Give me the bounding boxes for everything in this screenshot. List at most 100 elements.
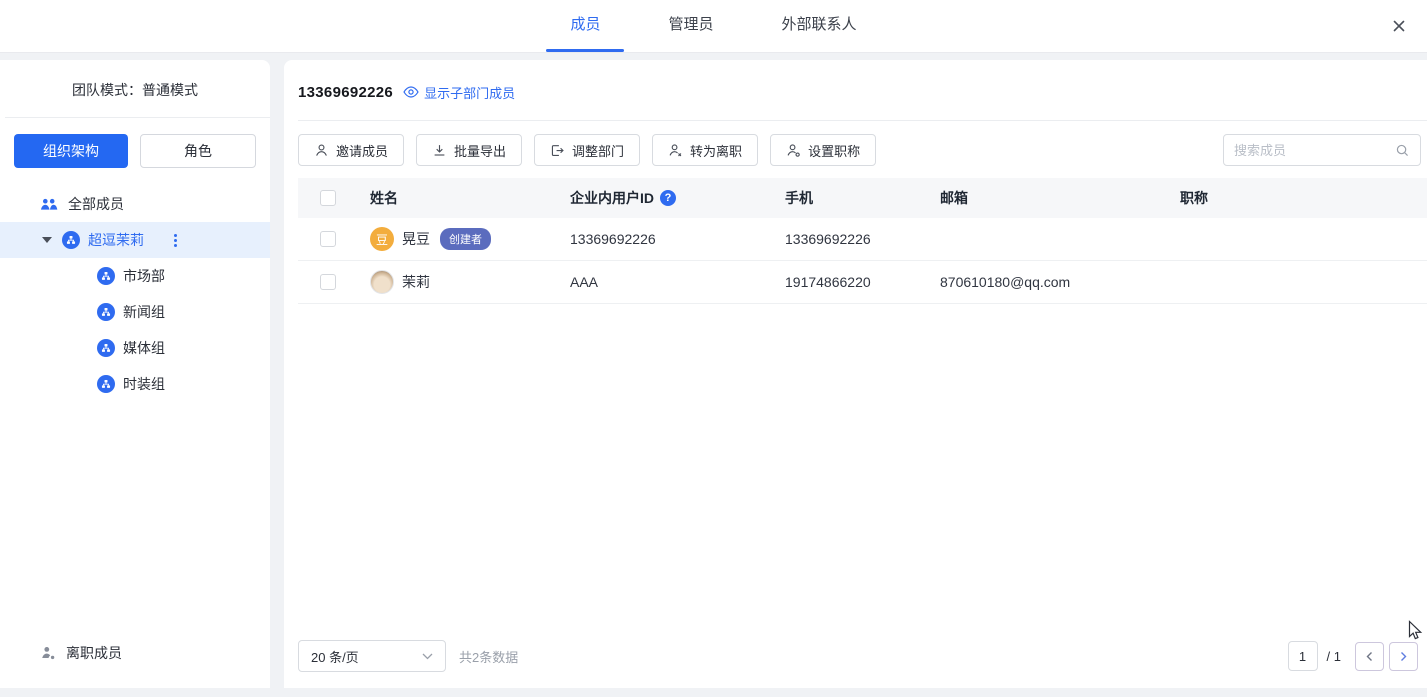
invite-member-icon bbox=[314, 143, 329, 158]
department-title: 13369692226 bbox=[298, 84, 393, 101]
search-input[interactable] bbox=[1234, 143, 1395, 158]
button-label: 邀请成员 bbox=[336, 141, 388, 160]
table-row[interactable]: 茉莉 AAA 19174866220 870610180@qq.com bbox=[298, 261, 1427, 304]
show-sub-department-label: 显示子部门成员 bbox=[424, 83, 515, 102]
page-size-select[interactable]: 20 条/页 bbox=[298, 640, 446, 672]
prev-page-icon bbox=[1368, 652, 1372, 660]
members-table: 姓名 企业内用户ID ? 手机 邮箱 职称 豆 晃豆 创建者 133696922… bbox=[298, 178, 1427, 304]
member-phone: 13369692226 bbox=[785, 231, 940, 247]
sidebar: 团队模式：普通模式 组织架构 角色 全部成员 超逗茉莉 bbox=[0, 60, 270, 688]
top-tab-bar: 成员 管理员 外部联系人 bbox=[0, 0, 1427, 53]
tree-item-all-members[interactable]: 全部成员 bbox=[0, 186, 270, 222]
column-header-label: 企业内用户ID bbox=[570, 188, 654, 208]
department-icon bbox=[97, 375, 115, 393]
prev-page-button[interactable] bbox=[1355, 642, 1384, 671]
member-name-cell: 茉莉 bbox=[370, 270, 570, 294]
search-icon[interactable] bbox=[1395, 143, 1410, 158]
department-icon bbox=[97, 267, 115, 285]
panel-header: 13369692226 显示子部门成员 bbox=[284, 60, 1427, 120]
next-page-icon bbox=[1402, 652, 1406, 660]
member-name-cell: 豆 晃豆 创建者 bbox=[370, 227, 570, 251]
tree-item-label: 时装组 bbox=[123, 374, 165, 394]
column-header-email: 邮箱 bbox=[940, 188, 1180, 208]
tab-admins[interactable]: 管理员 bbox=[634, 0, 747, 52]
tab-admins-label: 管理员 bbox=[668, 16, 713, 33]
caret-down-icon[interactable] bbox=[42, 237, 52, 243]
member-user-id: 13369692226 bbox=[570, 231, 785, 247]
sidebar-toggle-group: 组织架构 角色 bbox=[0, 118, 270, 178]
adjust-department-icon bbox=[550, 143, 565, 158]
tree-item-label: 媒体组 bbox=[123, 338, 165, 358]
total-pages-label: / 1 bbox=[1327, 649, 1341, 664]
eye-icon bbox=[403, 86, 419, 98]
set-job-title-icon bbox=[786, 143, 801, 158]
column-header-phone: 手机 bbox=[785, 188, 940, 208]
creator-badge: 创建者 bbox=[440, 228, 491, 250]
button-label: 调整部门 bbox=[572, 141, 624, 160]
tree-item-dept-1[interactable]: 新闻组 bbox=[0, 294, 270, 330]
role-button[interactable]: 角色 bbox=[140, 134, 256, 168]
column-header-job-title: 职称 bbox=[1180, 188, 1427, 208]
tab-external-contacts-label: 外部联系人 bbox=[782, 16, 857, 33]
button-label: 批量导出 bbox=[454, 141, 506, 160]
member-email: 870610180@qq.com bbox=[940, 274, 1180, 290]
sidebar-item-label: 离职成员 bbox=[66, 643, 122, 663]
page-size-value: 20 条/页 bbox=[311, 647, 359, 666]
set-resigned-button[interactable]: 转为离职 bbox=[652, 134, 758, 166]
org-structure-button[interactable]: 组织架构 bbox=[14, 134, 128, 168]
people-icon bbox=[40, 197, 58, 212]
close-icon[interactable] bbox=[1387, 14, 1411, 38]
current-page-box[interactable]: 1 bbox=[1288, 641, 1318, 671]
tree-item-label: 超逗茉莉 bbox=[88, 230, 144, 250]
column-header-user-id: 企业内用户ID ? bbox=[570, 188, 785, 208]
batch-export-button[interactable]: 批量导出 bbox=[416, 134, 522, 166]
member-name: 晃豆 bbox=[402, 229, 430, 249]
tab-members-label: 成员 bbox=[570, 16, 600, 33]
row-checkbox[interactable] bbox=[320, 231, 336, 247]
tree-item-label: 新闻组 bbox=[123, 302, 165, 322]
total-count-label: 共2条数据 bbox=[459, 647, 518, 666]
pager: 1 / 1 bbox=[1288, 641, 1418, 671]
tab-external-contacts[interactable]: 外部联系人 bbox=[748, 0, 891, 52]
table-empty-space bbox=[284, 304, 1427, 640]
tab-members[interactable]: 成员 bbox=[536, 0, 634, 52]
avatar-photo bbox=[370, 270, 394, 294]
button-label: 转为离职 bbox=[690, 141, 742, 160]
tree-item-label: 全部成员 bbox=[68, 194, 124, 214]
adjust-department-button[interactable]: 调整部门 bbox=[534, 134, 640, 166]
tab-group: 成员 管理员 外部联系人 bbox=[536, 0, 890, 52]
button-label: 设置职称 bbox=[808, 141, 860, 160]
tree-item-dept-0[interactable]: 市场部 bbox=[0, 258, 270, 294]
help-icon[interactable]: ? bbox=[660, 190, 676, 206]
select-all-checkbox[interactable] bbox=[320, 190, 336, 206]
table-row[interactable]: 豆 晃豆 创建者 13369692226 13369692226 bbox=[298, 218, 1427, 261]
pagination-bar: 20 条/页 共2条数据 1 / 1 bbox=[284, 640, 1427, 688]
row-checkbox[interactable] bbox=[320, 274, 336, 290]
tree-item-dept-3[interactable]: 时装组 bbox=[0, 366, 270, 402]
chevron-down-icon bbox=[422, 653, 433, 660]
table-header-row: 姓名 企业内用户ID ? 手机 邮箱 职称 bbox=[298, 178, 1427, 218]
page-body: 团队模式：普通模式 组织架构 角色 全部成员 超逗茉莉 bbox=[0, 53, 1427, 697]
members-panel: 13369692226 显示子部门成员 邀请成员 批量导出 调整部门 bbox=[284, 60, 1427, 688]
avatar: 豆 bbox=[370, 227, 394, 251]
sidebar-item-resigned-members[interactable]: 离职成员 bbox=[0, 643, 270, 688]
set-job-title-button[interactable]: 设置职称 bbox=[770, 134, 876, 166]
member-name: 茉莉 bbox=[402, 272, 430, 292]
show-sub-department-link[interactable]: 显示子部门成员 bbox=[403, 83, 515, 102]
member-user-id: AAA bbox=[570, 274, 785, 290]
department-icon bbox=[62, 231, 80, 249]
more-options-icon[interactable] bbox=[170, 230, 181, 251]
department-icon bbox=[97, 303, 115, 321]
set-resigned-icon bbox=[668, 143, 683, 158]
department-tree: 全部成员 超逗茉莉 市场部 新闻组 媒体组 bbox=[0, 178, 270, 402]
member-search bbox=[1223, 134, 1421, 166]
next-page-button[interactable] bbox=[1389, 642, 1418, 671]
tree-item-dept-2[interactable]: 媒体组 bbox=[0, 330, 270, 366]
batch-export-icon bbox=[432, 143, 447, 158]
column-header-name: 姓名 bbox=[370, 188, 570, 208]
invite-member-button[interactable]: 邀请成员 bbox=[298, 134, 404, 166]
member-phone: 19174866220 bbox=[785, 274, 940, 290]
tree-item-root-department[interactable]: 超逗茉莉 bbox=[0, 222, 270, 258]
department-icon bbox=[97, 339, 115, 357]
toolbar: 邀请成员 批量导出 调整部门 转为离职 设置职称 bbox=[284, 121, 1427, 178]
